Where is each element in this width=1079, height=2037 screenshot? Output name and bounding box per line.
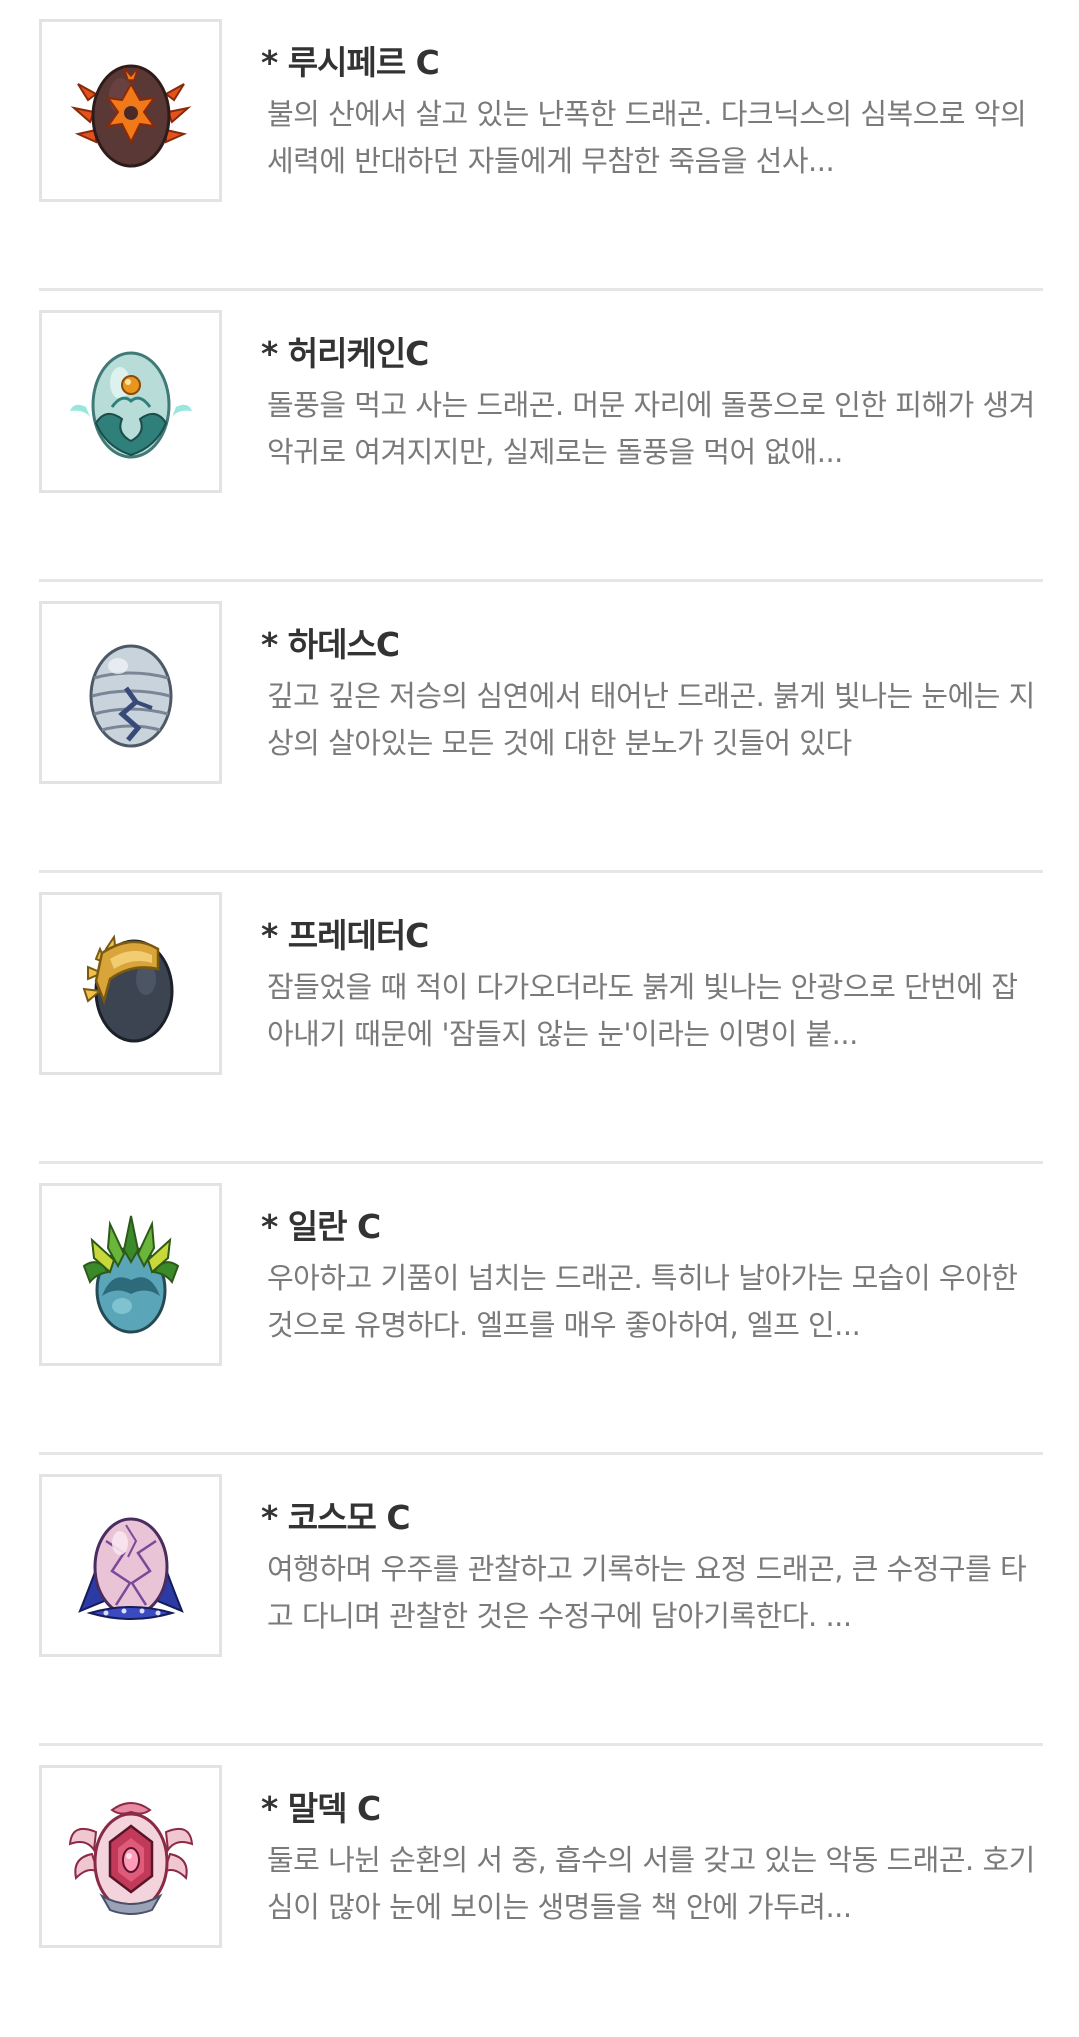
- list-item[interactable]: * 하데스C 깊고 깊은 저승의 심연에서 태어난 드래곤. 붉게 빛나는 눈에…: [39, 582, 1043, 873]
- dragon-thumbnail[interactable]: [39, 1765, 222, 1948]
- ilan-egg-icon: [82, 1215, 179, 1333]
- dragon-thumbnail[interactable]: [39, 1183, 222, 1366]
- dragon-name[interactable]: * 하데스C: [261, 618, 400, 666]
- dragon-thumbnail[interactable]: [39, 892, 222, 1075]
- dragon-name[interactable]: * 말덱 C: [261, 1782, 381, 1830]
- dragon-thumbnail[interactable]: [39, 19, 222, 202]
- dragon-name[interactable]: * 코스모 C: [261, 1491, 411, 1539]
- dragon-thumbnail[interactable]: [39, 601, 222, 784]
- dragon-name[interactable]: * 루시페르 C: [261, 36, 440, 84]
- dragon-thumbnail[interactable]: [39, 1474, 222, 1657]
- dragon-thumbnail[interactable]: [39, 310, 222, 493]
- dragon-description: 돌풍을 먹고 사는 드래곤. 머문 자리에 돌풍으로 인한 피해가 생겨 악귀로…: [267, 388, 1035, 469]
- list-item[interactable]: * 프레데터C 잠들었을 때 적이 다가오더라도 붉게 빛나는 안광으로 단번에…: [39, 873, 1043, 1164]
- dragon-description: 둘로 나뉜 순환의 서 중, 흡수의 서를 갖고 있는 악동 드래곤. 호기심이…: [267, 1843, 1035, 1924]
- dragon-description: 여행하며 우주를 관찰하고 기록하는 요정 드래곤, 큰 수정구를 타고 다니며…: [267, 1552, 1027, 1633]
- dragon-list: * 루시페르 C 불의 산에서 살고 있는 난폭한 드래곤. 다크닉스의 심복으…: [39, 0, 1043, 2037]
- dragon-description: 잠들었을 때 적이 다가오더라도 붉게 빛나는 안광으로 단번에 잡아내기 때문…: [267, 970, 1018, 1051]
- hurricane-egg-icon: [69, 351, 192, 458]
- list-item[interactable]: * 허리케인C 돌풍을 먹고 사는 드래곤. 머문 자리에 돌풍으로 인한 피해…: [39, 291, 1043, 582]
- list-item[interactable]: * 루시페르 C 불의 산에서 살고 있는 난폭한 드래곤. 다크닉스의 심복으…: [39, 0, 1043, 291]
- list-item[interactable]: * 일란 C 우아하고 기품이 넘치는 드래곤. 특히나 날아가는 모습이 우아…: [39, 1164, 1043, 1455]
- maldek-egg-icon: [68, 1801, 193, 1915]
- cosmo-egg-icon: [77, 1517, 184, 1620]
- dragon-description: 우아하고 기품이 넘치는 드래곤. 특히나 날아가는 모습이 우아한 것으로 유…: [267, 1261, 1018, 1342]
- dragon-description: 불의 산에서 살고 있는 난폭한 드래곤. 다크닉스의 심복으로 악의 세력에 …: [267, 97, 1027, 178]
- hades-egg-icon: [89, 644, 172, 747]
- dragon-name[interactable]: * 프레데터C: [261, 909, 429, 957]
- lucifer-egg-icon: [70, 64, 191, 167]
- dragon-name[interactable]: * 일란 C: [261, 1200, 381, 1248]
- dragon-name[interactable]: * 허리케인C: [261, 327, 429, 375]
- list-item[interactable]: * 말덱 C 둘로 나뉜 순환의 서 중, 흡수의 서를 갖고 있는 악동 드래…: [39, 1746, 1043, 2037]
- predator-egg-icon: [82, 933, 173, 1042]
- dragon-description: 깊고 깊은 저승의 심연에서 태어난 드래곤. 붉게 빛나는 눈에는 지상의 살…: [267, 679, 1035, 760]
- list-item[interactable]: * 코스모 C 여행하며 우주를 관찰하고 기록하는 요정 드래곤, 큰 수정구…: [39, 1455, 1043, 1746]
